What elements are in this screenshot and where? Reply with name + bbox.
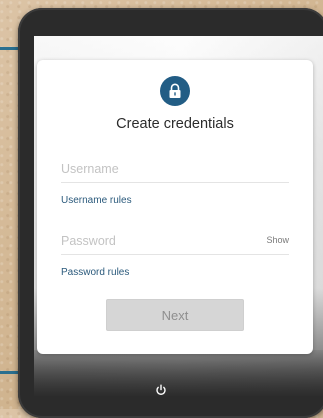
accent-line-top xyxy=(0,47,20,50)
credentials-card: Create credentials Username rules Show P… xyxy=(37,60,313,354)
lock-icon xyxy=(160,76,190,106)
username-field-wrap xyxy=(61,158,289,183)
power-glyph xyxy=(156,384,166,395)
password-rules-link[interactable]: Password rules xyxy=(61,267,129,278)
accent-line-bottom xyxy=(0,371,20,374)
power-icon[interactable] xyxy=(154,383,168,397)
username-input[interactable] xyxy=(61,158,289,180)
page-title: Create credentials xyxy=(116,116,234,132)
password-field-wrap: Show xyxy=(61,230,289,255)
next-button[interactable]: Next xyxy=(106,299,244,331)
show-password-button[interactable]: Show xyxy=(266,235,289,245)
password-input[interactable] xyxy=(61,230,289,252)
username-rules-link[interactable]: Username rules xyxy=(61,195,132,206)
lock-glyph xyxy=(169,83,181,98)
